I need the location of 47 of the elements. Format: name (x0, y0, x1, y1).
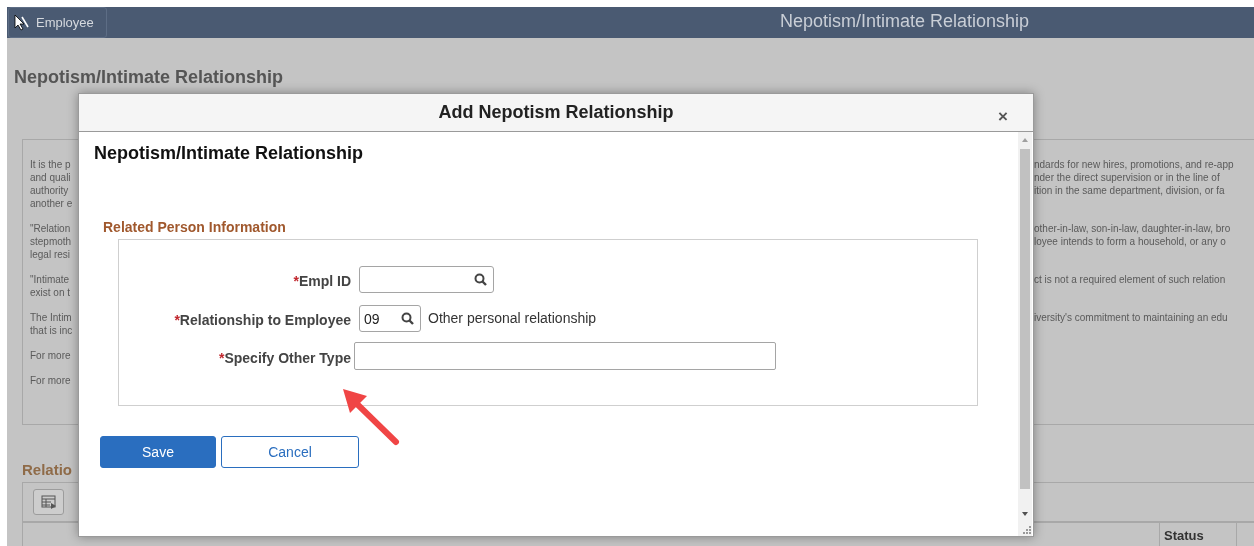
policy-text: that is inc (30, 325, 73, 336)
lookup-field[interactable]: 09 (359, 305, 421, 332)
policy-text: The Intim (30, 312, 72, 323)
scrollbar[interactable] (1018, 132, 1032, 536)
input-field[interactable] (354, 342, 776, 370)
cancel-button[interactable]: Cancel (221, 436, 359, 468)
policy-text: loyee intends to form a household, or any o (1034, 235, 1226, 248)
policy-text: It is the p (30, 159, 71, 170)
policy-text: nder the direct supervision or in the line of (1034, 171, 1220, 184)
policy-text: and quali (30, 172, 71, 183)
cursor-icon (13, 14, 30, 31)
policy-text: ct is not a required element of such relation (1034, 273, 1226, 286)
section-title: Related Person Information (103, 219, 286, 235)
table-icon (40, 494, 57, 510)
search-icon[interactable] (401, 312, 414, 325)
policy-text: legal resi (30, 249, 71, 260)
policy-text: iversity's commitment to maintaining an edu (1034, 311, 1228, 324)
save-button[interactable]: Save (100, 436, 216, 468)
lookup-field[interactable] (359, 266, 494, 293)
policy-text: For more (30, 375, 71, 386)
policy-text: "Intimate (30, 274, 70, 285)
grid-settings-button[interactable] (33, 489, 64, 515)
policy-text: For more (30, 350, 71, 361)
dialog-heading: Nepotism/Intimate Relationship (94, 143, 365, 165)
policy-text: ndards for new hires, promotions, and re-app (1034, 158, 1234, 171)
policy-text: ition in the same department, division, or fa (1034, 184, 1225, 197)
back-button[interactable]: Employee (8, 7, 107, 38)
dialog-title: Add Nepotism Relationship (438, 102, 674, 123)
field-label: *Specify Other Type (218, 350, 352, 368)
policy-text: authority (30, 185, 69, 196)
policy-text: other-in-law, son-in-law, daughter-in-law, bro (1034, 222, 1231, 235)
field-label: *Relationship to Employee (173, 312, 352, 330)
relationship-description: Other personal relationship (428, 309, 597, 326)
policy-text: exist on t (30, 287, 71, 298)
policy-text: another e (30, 198, 73, 209)
field-label: *Empl ID (292, 273, 352, 291)
policy-text: stepmoth (30, 236, 72, 247)
policy-text: "Relation (30, 223, 71, 234)
scroll-down-icon[interactable] (1020, 510, 1030, 518)
resize-grip-icon[interactable] (1022, 525, 1032, 535)
column-header: Status (1159, 523, 1237, 546)
scroll-up-icon[interactable] (1020, 136, 1030, 144)
page-heading: Nepotism/Intimate Relationship (14, 67, 285, 89)
section-title: Relatio (22, 461, 72, 478)
page-title: Nepotism/Intimate Relationship (780, 11, 1030, 32)
search-icon[interactable] (474, 273, 487, 286)
close-button[interactable]: × (995, 101, 1011, 133)
